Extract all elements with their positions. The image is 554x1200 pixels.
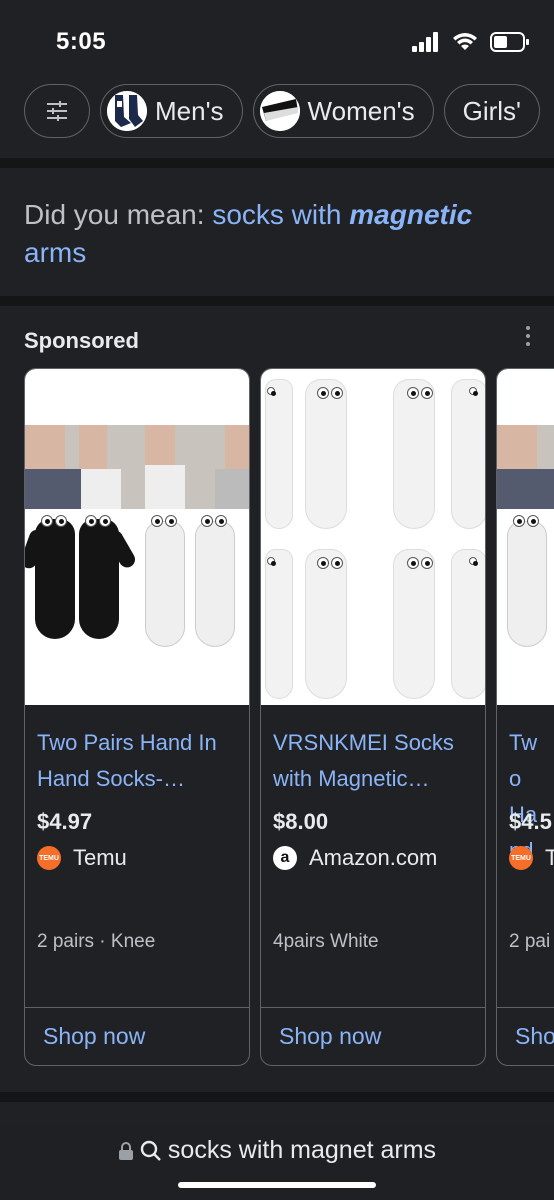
wifi-icon	[453, 33, 477, 50]
section-divider	[0, 1092, 554, 1102]
store-name: Temu	[73, 845, 127, 870]
womens-sock-thumb-icon	[259, 91, 300, 131]
status-icons	[412, 32, 530, 52]
store-name: T	[545, 845, 554, 871]
chip-mens[interactable]: Men's	[100, 84, 243, 138]
temu-logo-icon: TEMU	[509, 846, 533, 870]
cellular-signal-icon	[412, 32, 438, 52]
store-row: TEMU Temu	[37, 845, 127, 871]
shop-now-button[interactable]: Shop now	[261, 1007, 485, 1065]
address-bar-content[interactable]: socks with magnet arms	[0, 1136, 554, 1165]
suggestion-text-2: arms	[24, 237, 87, 268]
sliders-icon	[47, 101, 67, 121]
shop-now-button[interactable]: Shop now	[25, 1007, 249, 1065]
product-card[interactable]: Two Hand $4.5 TEMU T 2 pai Sho	[496, 368, 554, 1066]
product-title[interactable]: Two Pairs Hand In Hand Socks-…	[37, 725, 241, 797]
temu-logo-icon: TEMU	[37, 846, 61, 870]
did-you-mean-prefix: Did you mean:	[24, 199, 213, 230]
chip-girls[interactable]: Girls'	[443, 84, 541, 138]
filter-chips-row: Men's Women's Girls'	[24, 84, 541, 140]
chip-label: Girls'	[462, 95, 522, 126]
product-title[interactable]: VRSNKMEI Socks with Magnetic…	[273, 725, 477, 797]
product-attributes: 2 pairs · Knee	[37, 931, 156, 952]
product-image[interactable]	[261, 369, 485, 705]
product-attributes: 4pairs White	[273, 931, 379, 952]
product-image[interactable]	[25, 369, 249, 705]
mens-sock-thumb-icon	[107, 91, 147, 131]
section-divider	[0, 296, 554, 306]
home-indicator[interactable]	[178, 1182, 376, 1188]
search-query: socks with magnet arms	[167, 1136, 437, 1164]
more-options-icon[interactable]	[522, 322, 534, 350]
search-icon	[140, 1140, 161, 1161]
sponsored-label: Sponsored	[24, 328, 139, 353]
product-attributes: 2 pai	[509, 931, 551, 952]
lock-icon	[118, 1141, 133, 1160]
product-price: $8.00	[273, 809, 329, 834]
did-you-mean: Did you mean: socks with magnetic arms	[24, 196, 544, 272]
product-price: $4.5	[509, 809, 552, 834]
product-card[interactable]: Two Pairs Hand In Hand Socks-… $4.97 TEM…	[24, 368, 250, 1066]
clock: 5:05	[56, 28, 107, 55]
battery-icon	[490, 32, 529, 52]
chip-womens[interactable]: Women's	[252, 84, 434, 138]
amazon-logo-icon: a	[273, 846, 297, 870]
chip-label: Men's	[155, 95, 224, 126]
chip-label: Women's	[307, 95, 415, 126]
store-row: TEMU T	[509, 845, 554, 871]
section-divider	[0, 158, 554, 168]
suggestion-text-1: socks with	[212, 199, 350, 230]
product-image[interactable]	[497, 369, 554, 705]
product-card[interactable]: VRSNKMEI Socks with Magnetic… $8.00 a Am…	[260, 368, 486, 1066]
store-name: Amazon.com	[309, 845, 438, 870]
store-row: a Amazon.com	[273, 845, 437, 871]
filter-settings-chip[interactable]	[24, 84, 90, 138]
product-price: $4.97	[37, 809, 93, 834]
shop-now-button[interactable]: Sho	[497, 1007, 554, 1065]
suggestion-bold: magnetic	[349, 199, 473, 230]
sponsored-carousel[interactable]: Two Pairs Hand In Hand Socks-… $4.97 TEM…	[24, 368, 554, 1068]
status-bar: 5:05	[0, 0, 554, 84]
